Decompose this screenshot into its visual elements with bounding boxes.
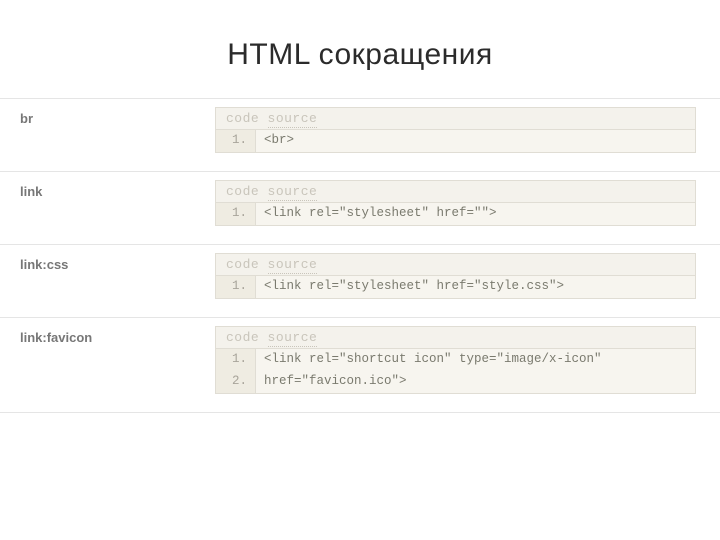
source-tab[interactable]: source (268, 330, 318, 347)
abbrev-label: br (0, 99, 215, 171)
page-title: HTML сокращения (0, 0, 720, 98)
code-body: 1. <link rel="stylesheet" href="style.cs… (215, 275, 696, 299)
code-header: code source (215, 107, 696, 129)
code-tab[interactable]: code (226, 330, 259, 345)
code-block: code source 1. <br> (215, 99, 720, 171)
code-line: 2. href="favicon.ico"> (216, 371, 695, 393)
source-tab[interactable]: source (268, 184, 318, 201)
table-row: link:favicon code source 1. <link rel="s… (0, 317, 720, 413)
code-header: code source (215, 253, 696, 275)
table-row: link code source 1. <link rel="styleshee… (0, 171, 720, 244)
code-header: code source (215, 180, 696, 202)
code-line: 1. <br> (216, 130, 695, 152)
line-number: 1. (216, 203, 256, 225)
abbrev-label: link:css (0, 245, 215, 317)
line-content: <br> (256, 130, 302, 152)
code-body: 1. <br> (215, 129, 696, 153)
abbrev-label: link:favicon (0, 318, 215, 412)
code-tab[interactable]: code (226, 257, 259, 272)
code-tab[interactable]: code (226, 184, 259, 199)
code-block: code source 1. <link rel="shortcut icon"… (215, 318, 720, 412)
code-body: 1. <link rel="stylesheet" href=""> (215, 202, 696, 226)
code-line: 1. <link rel="stylesheet" href=""> (216, 203, 695, 225)
line-content: <link rel="stylesheet" href=""> (256, 203, 505, 225)
code-line: 1. <link rel="stylesheet" href="style.cs… (216, 276, 695, 298)
line-content: href="favicon.ico"> (256, 371, 415, 393)
code-tab[interactable]: code (226, 111, 259, 126)
code-header: code source (215, 326, 696, 348)
line-number: 1. (216, 276, 256, 298)
code-block: code source 1. <link rel="stylesheet" hr… (215, 172, 720, 244)
code-block: code source 1. <link rel="stylesheet" hr… (215, 245, 720, 317)
abbreviation-table: br code source 1. <br> link code source (0, 98, 720, 413)
line-content: <link rel="shortcut icon" type="image/x-… (256, 349, 610, 371)
source-tab[interactable]: source (268, 257, 318, 274)
line-number: 2. (216, 371, 256, 393)
table-row: link:css code source 1. <link rel="style… (0, 244, 720, 317)
line-number: 1. (216, 349, 256, 371)
table-row: br code source 1. <br> (0, 98, 720, 171)
abbrev-label: link (0, 172, 215, 244)
line-number: 1. (216, 130, 256, 152)
code-line: 1. <link rel="shortcut icon" type="image… (216, 349, 695, 371)
code-body: 1. <link rel="shortcut icon" type="image… (215, 348, 696, 394)
line-content: <link rel="stylesheet" href="style.css"> (256, 276, 572, 298)
source-tab[interactable]: source (268, 111, 318, 128)
